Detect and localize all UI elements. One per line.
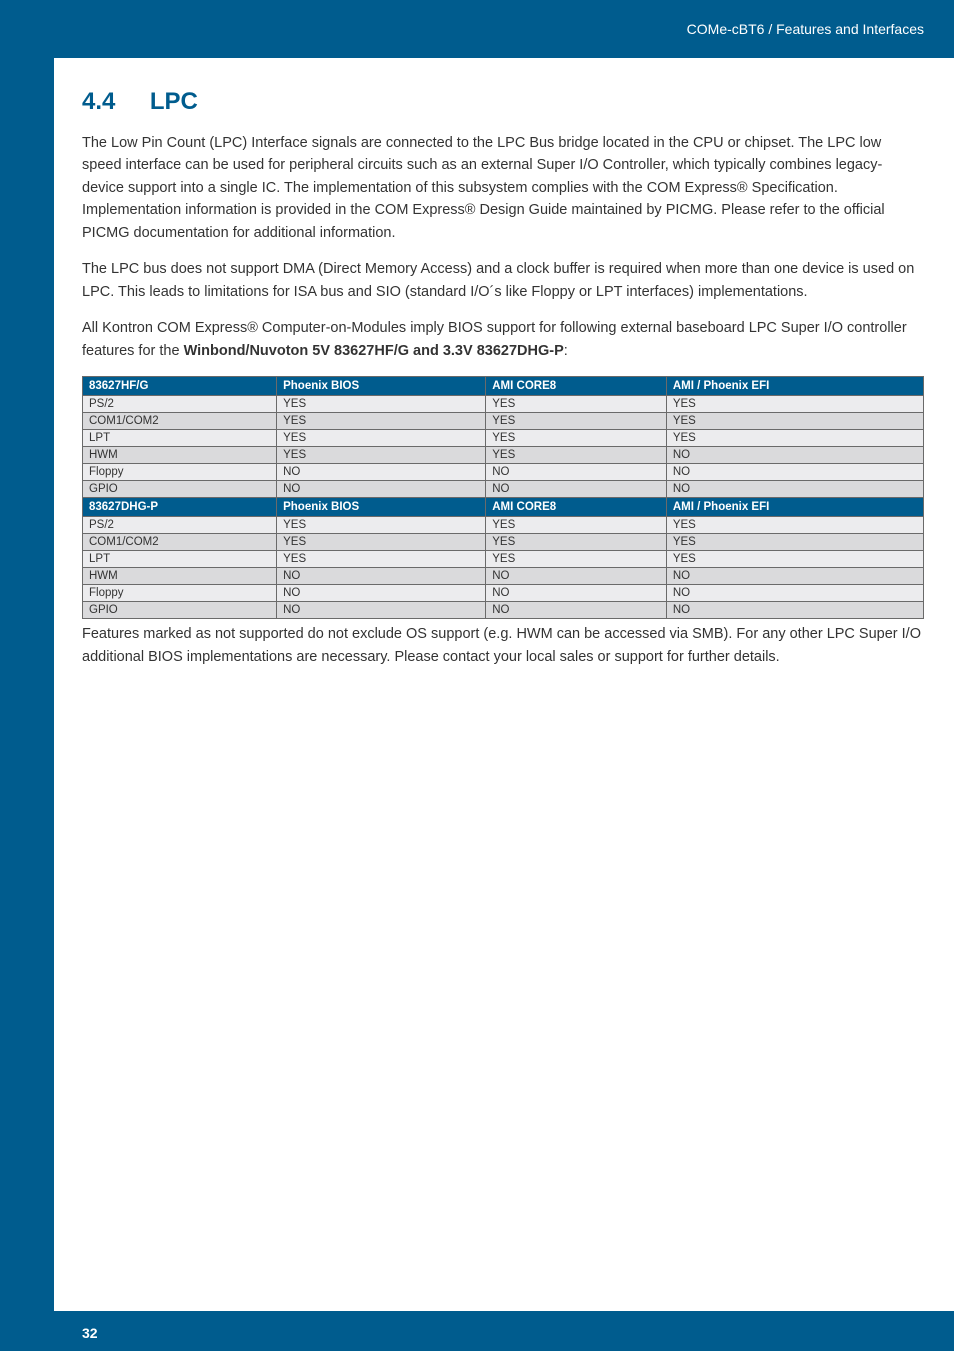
td: YES bbox=[486, 396, 667, 413]
th: AMI / Phoenix EFI bbox=[666, 498, 923, 517]
th: 83627DHG-P bbox=[83, 498, 277, 517]
td: YES bbox=[666, 551, 923, 568]
td: YES bbox=[277, 551, 486, 568]
td: YES bbox=[666, 517, 923, 534]
th: AMI CORE8 bbox=[486, 377, 667, 396]
paragraph-3: All Kontron COM Express® Computer-on-Mod… bbox=[82, 317, 924, 362]
header-bar: COMe-cBT6 / Features and Interfaces bbox=[0, 0, 954, 58]
feature-table: 83627HF/G Phoenix BIOS AMI CORE8 AMI / P… bbox=[82, 376, 924, 619]
td: NO bbox=[666, 602, 923, 619]
td: GPIO bbox=[83, 602, 277, 619]
footer-bar bbox=[0, 1311, 954, 1351]
td: GPIO bbox=[83, 481, 277, 498]
th: AMI / Phoenix EFI bbox=[666, 377, 923, 396]
td: NO bbox=[277, 602, 486, 619]
td: NO bbox=[666, 481, 923, 498]
td: NO bbox=[486, 568, 667, 585]
table-row: PS/2 YES YES YES bbox=[83, 396, 924, 413]
th: 83627HF/G bbox=[83, 377, 277, 396]
breadcrumb: COMe-cBT6 / Features and Interfaces bbox=[687, 21, 924, 37]
td: YES bbox=[277, 517, 486, 534]
td: YES bbox=[277, 430, 486, 447]
section-number: 4.4 bbox=[82, 88, 115, 116]
main-content: 4.4 LPC The Low Pin Count (LPC) Interfac… bbox=[54, 58, 954, 668]
table-row: Floppy NO NO NO bbox=[83, 464, 924, 481]
side-bar bbox=[0, 0, 54, 1351]
td: NO bbox=[666, 464, 923, 481]
page-number: 32 bbox=[82, 1325, 98, 1341]
td: YES bbox=[277, 396, 486, 413]
td: HWM bbox=[83, 447, 277, 464]
p3-post: : bbox=[564, 343, 568, 359]
td: NO bbox=[666, 447, 923, 464]
td: PS/2 bbox=[83, 517, 277, 534]
td: YES bbox=[486, 551, 667, 568]
table-row: COM1/COM2 YES YES YES bbox=[83, 413, 924, 430]
table-row: PS/2 YES YES YES bbox=[83, 517, 924, 534]
td: PS/2 bbox=[83, 396, 277, 413]
section-title: LPC bbox=[150, 88, 198, 116]
paragraph-1: The Low Pin Count (LPC) Interface signal… bbox=[82, 132, 924, 244]
th: AMI CORE8 bbox=[486, 498, 667, 517]
table-row: LPT YES YES YES bbox=[83, 430, 924, 447]
td: YES bbox=[277, 534, 486, 551]
td: YES bbox=[666, 413, 923, 430]
td: YES bbox=[666, 396, 923, 413]
td: NO bbox=[277, 585, 486, 602]
td: YES bbox=[666, 430, 923, 447]
td: YES bbox=[486, 430, 667, 447]
td: YES bbox=[486, 413, 667, 430]
td: YES bbox=[486, 447, 667, 464]
table-row: HWM YES YES NO bbox=[83, 447, 924, 464]
td: YES bbox=[486, 517, 667, 534]
td: YES bbox=[277, 413, 486, 430]
td: NO bbox=[486, 585, 667, 602]
td: Floppy bbox=[83, 464, 277, 481]
td: NO bbox=[666, 568, 923, 585]
table-row: GPIO NO NO NO bbox=[83, 481, 924, 498]
table-row: GPIO NO NO NO bbox=[83, 602, 924, 619]
table-row: HWM NO NO NO bbox=[83, 568, 924, 585]
table-header-row-1: 83627HF/G Phoenix BIOS AMI CORE8 AMI / P… bbox=[83, 377, 924, 396]
td: NO bbox=[486, 464, 667, 481]
paragraph-2: The LPC bus does not support DMA (Direct… bbox=[82, 258, 924, 303]
td: NO bbox=[277, 481, 486, 498]
td: YES bbox=[277, 447, 486, 464]
p3-bold: Winbond/Nuvoton 5V 83627HF/G and 3.3V 83… bbox=[184, 343, 564, 359]
td: NO bbox=[277, 464, 486, 481]
table-row: Floppy NO NO NO bbox=[83, 585, 924, 602]
td: YES bbox=[666, 534, 923, 551]
td: LPT bbox=[83, 551, 277, 568]
td: Floppy bbox=[83, 585, 277, 602]
td: COM1/COM2 bbox=[83, 413, 277, 430]
td: NO bbox=[486, 602, 667, 619]
table-row: LPT YES YES YES bbox=[83, 551, 924, 568]
table-row: COM1/COM2 YES YES YES bbox=[83, 534, 924, 551]
td: NO bbox=[666, 585, 923, 602]
td: NO bbox=[277, 568, 486, 585]
th: Phoenix BIOS bbox=[277, 498, 486, 517]
td: LPT bbox=[83, 430, 277, 447]
section-heading: 4.4 LPC bbox=[82, 88, 924, 116]
td: NO bbox=[486, 481, 667, 498]
footnote: Features marked as not supported do not … bbox=[82, 623, 924, 668]
th: Phoenix BIOS bbox=[277, 377, 486, 396]
td: COM1/COM2 bbox=[83, 534, 277, 551]
td: YES bbox=[486, 534, 667, 551]
table-header-row-2: 83627DHG-P Phoenix BIOS AMI CORE8 AMI / … bbox=[83, 498, 924, 517]
td: HWM bbox=[83, 568, 277, 585]
